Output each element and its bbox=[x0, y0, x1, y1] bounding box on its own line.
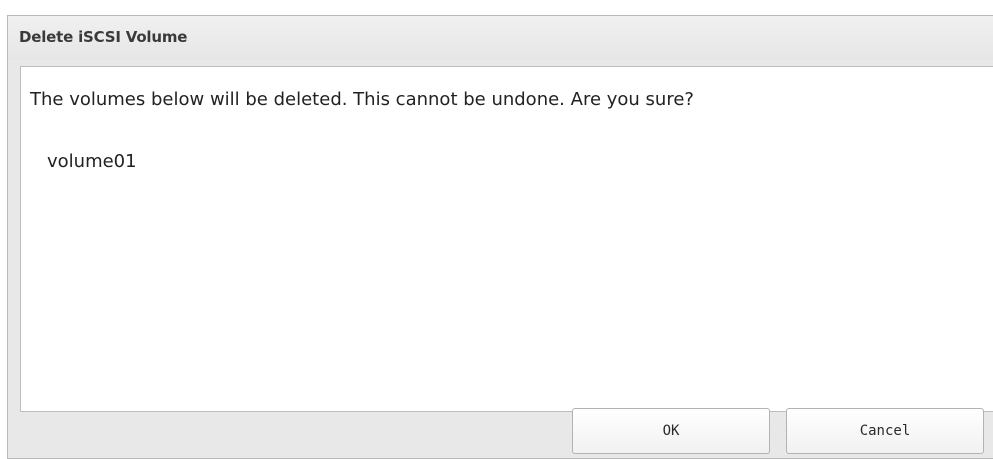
delete-iscsi-volume-dialog: Delete iSCSI Volume The volumes below wi… bbox=[7, 15, 993, 459]
confirmation-message: The volumes below will be deleted. This … bbox=[30, 89, 694, 110]
dialog-title: Delete iSCSI Volume bbox=[19, 28, 188, 46]
ok-button[interactable]: OK bbox=[572, 408, 770, 454]
dialog-title-bar[interactable]: Delete iSCSI Volume bbox=[8, 16, 993, 60]
volume-list-item: volume01 bbox=[47, 151, 137, 172]
cancel-button[interactable]: Cancel bbox=[786, 408, 984, 454]
dialog-content: The volumes below will be deleted. This … bbox=[20, 66, 993, 412]
